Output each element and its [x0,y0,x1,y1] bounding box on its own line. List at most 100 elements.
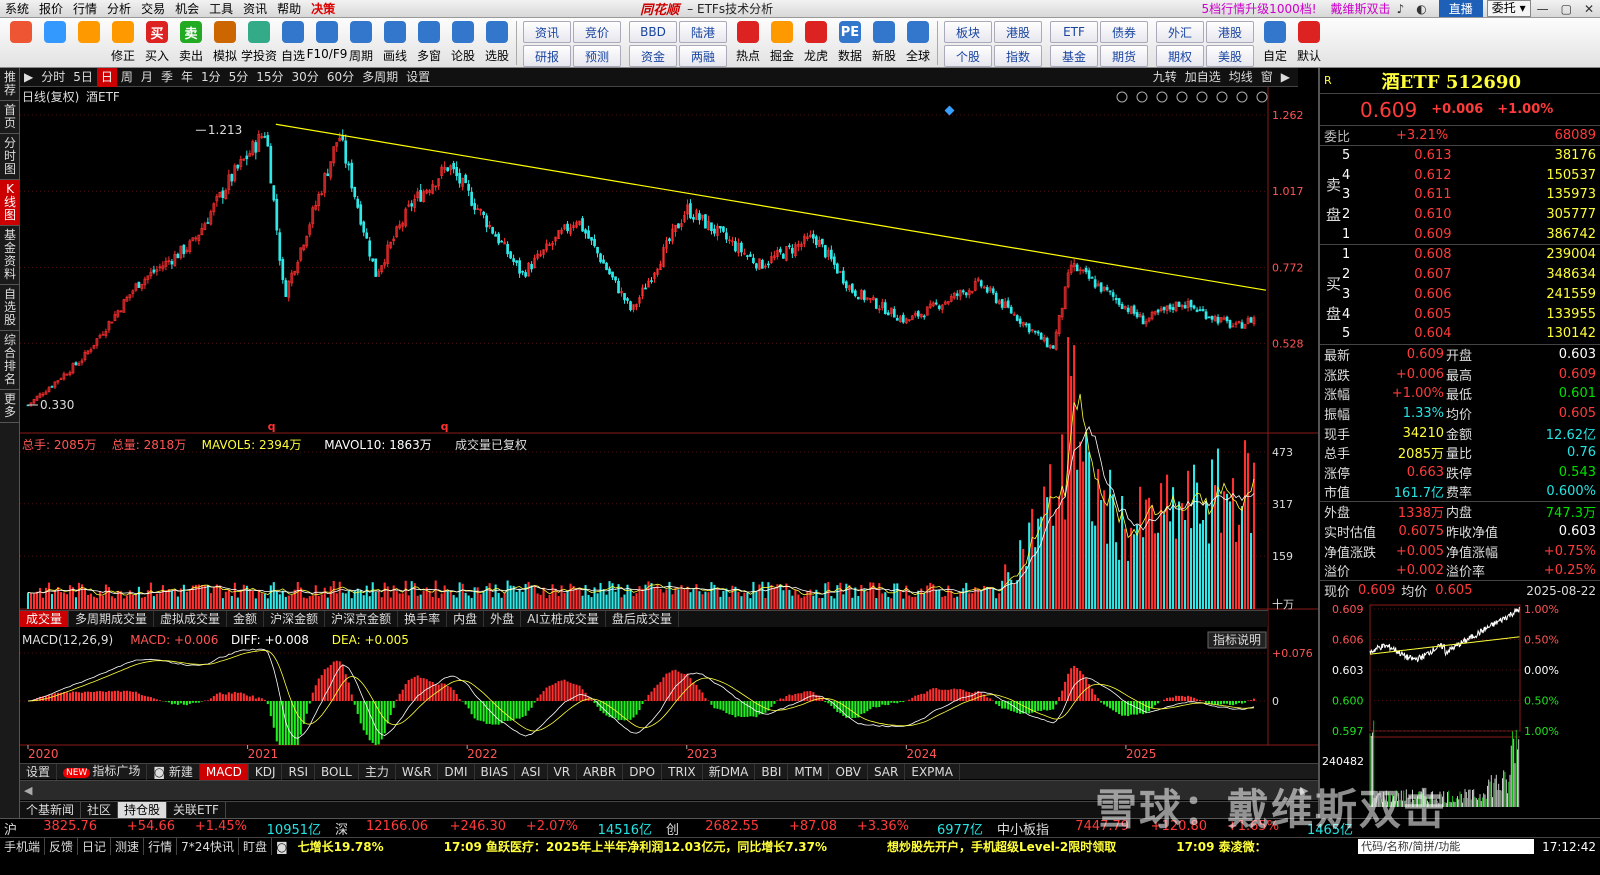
period-tab[interactable]: 15分 [252,68,287,87]
period-tab[interactable]: 周 [117,68,137,87]
period-right-button[interactable]: 窗 [1257,68,1277,87]
toolbar-button[interactable]: PE 数据 [833,18,867,68]
toolbar-grid-button[interactable]: 港股 [1206,21,1254,43]
volume-tab[interactable]: 盘后成交量 [606,611,679,627]
indicator-tab[interactable]: 设置 [20,763,58,780]
indicator-tab[interactable]: DMI [438,763,475,780]
toolbar-grid-button[interactable]: 外汇 [1156,21,1204,43]
author-link[interactable]: 戴维斯双击 [1331,0,1391,17]
toolbar-button[interactable]: 多窗 [412,18,446,68]
kline-chart-svg[interactable]: 日线(复权) 酒ETF 1.262 1.017 0.772 0.528 1.213 0.330… [20,87,1318,762]
status-item[interactable]: 盯盘 [239,838,272,855]
toolbar-grid-button[interactable]: BBD [629,21,677,43]
ticker-item[interactable]: 七增长19.78% [298,838,384,855]
menu-item[interactable]: 交易 [136,0,170,18]
volume-tab[interactable]: 沪深京金额 [325,611,399,627]
indicator-tab[interactable]: ASI [515,763,548,780]
period-right-button[interactable]: 均线 [1225,68,1257,87]
indicator-tab[interactable]: EXPMA [905,763,960,780]
period-tab[interactable]: 多周期 [358,68,402,87]
maximize-icon[interactable]: ▢ [1555,2,1578,16]
period-tab[interactable]: 5日 [69,68,97,87]
indicator-tab[interactable]: TRIX [662,763,703,780]
index-item[interactable]: 沪 3825.76 +54.66 +1.45% 10951亿 [0,819,321,838]
indicator-tab[interactable]: W&R [396,763,439,780]
period-tab[interactable]: 5分 [225,68,253,87]
left-nav-item[interactable]: 基金资料 [0,226,20,285]
toolbar-grid-button[interactable]: 陆港 [679,21,727,43]
toolbar-grid-button[interactable]: 美股 [1206,45,1254,67]
ticker-item[interactable]: 17:09 泰凌微： [1176,838,1266,855]
toolbar-grid-button[interactable]: 研报 [523,45,571,67]
toolbar-button[interactable]: 周期 [344,18,378,68]
index-item[interactable]: 创 2682.55 +87.08 +3.36% 6977亿 [662,819,983,838]
period-tab[interactable]: 30分 [288,68,323,87]
indicator-tab[interactable]: OBV [829,763,868,780]
toolbar-grid-button[interactable]: 两融 [679,45,727,67]
toolbar-grid-button[interactable]: 资金 [629,45,677,67]
toolbar-button[interactable]: 自选 [276,18,310,68]
toolbar-button[interactable] [72,18,106,68]
order-book-row[interactable]: 4 0.612 150537 [1320,165,1600,185]
index-item[interactable]: 深 12166.06 +246.30 +2.07% 14516亿 [331,819,652,838]
order-book-row[interactable]: 5 0.604 130142 [1320,324,1600,344]
left-nav-item[interactable]: 自选股 [0,285,20,331]
order-book-row[interactable]: 3 0.611 135973 [1320,185,1600,205]
toolbar-button[interactable]: 模拟 [208,18,242,68]
left-nav-item[interactable]: K线图 [0,180,20,226]
bottom-tab[interactable]: 个基新闻 [20,801,82,819]
indicator-tab[interactable]: ARBR [577,763,624,780]
order-book-row[interactable]: 1 0.609 386742 [1320,224,1600,244]
volume-tab[interactable]: AI立桩成交量 [521,611,606,627]
toolbar-button[interactable]: 全球 [901,18,935,68]
order-book-row[interactable]: 4 0.605 133955 [1320,304,1600,324]
indicator-tab[interactable]: BOLL [315,763,359,780]
toolbar-button[interactable]: 学投资 [241,18,277,68]
toolbar-button[interactable]: F10/F9 [307,18,347,68]
volume-tab[interactable]: 内盘 [447,611,485,627]
bottom-tab[interactable]: 持仓股 [118,801,168,819]
toolbar-button[interactable]: 买买入 [140,18,174,68]
search-input[interactable]: 代码/名称/简拼/功能 [1358,839,1535,854]
volume-tab[interactable]: 虚拟成交量 [154,611,228,627]
toolbar-button[interactable]: 画线 [378,18,412,68]
close-icon[interactable]: ✕ [1578,2,1600,16]
period-tab[interactable]: 60分 [323,68,358,87]
order-book-row[interactable]: 1 0.608 239004 [1320,245,1600,265]
toolbar-button[interactable]: 热点 [731,18,765,68]
menu-item[interactable]: 决策 [306,0,340,18]
period-tab[interactable]: 分时 [37,68,69,87]
toolbar-button[interactable]: 选股 [480,18,514,68]
period-right-button[interactable]: 加自选 [1181,68,1225,87]
indicator-tab[interactable]: MTM [788,763,830,780]
left-nav-item[interactable]: 首页 [0,101,20,134]
menu-item[interactable]: 报价 [34,0,68,18]
toolbar-grid-button[interactable]: 资讯 [523,21,571,43]
volume-tab[interactable]: 换手率 [398,611,448,627]
toolbar-button[interactable]: 卖卖出 [174,18,208,68]
menu-item[interactable]: 分析 [102,0,136,18]
volume-tab[interactable]: 金额 [227,611,265,627]
promo-link[interactable]: 5档行情升级1000档! [1202,0,1317,17]
menu-item[interactable]: 系统 [0,0,34,18]
menu-item[interactable]: 资讯 [238,0,272,18]
toolbar-button[interactable]: 掘金 [765,18,799,68]
left-nav-item[interactable]: 更多 [0,390,20,423]
skin-icon[interactable]: ◐ [1410,2,1432,16]
status-item[interactable]: 行情 [144,838,178,855]
menu-item[interactable]: 帮助 [272,0,306,18]
indicator-tab[interactable]: 主力 [359,763,396,780]
order-book-row[interactable]: 3 0.606 241559 [1320,285,1600,305]
indicator-tab[interactable]: BIAS [475,763,516,780]
bottom-tab[interactable]: 社区 [81,801,119,819]
order-book-row[interactable]: 2 0.610 305777 [1320,205,1600,225]
toolbar-grid-button[interactable]: 基金 [1050,45,1098,67]
toolbar-grid-button[interactable]: ETF [1050,21,1098,43]
ticker-item[interactable]: 想炒股先开户，手机超级Level-2限时领取 [887,838,1116,855]
status-item[interactable]: 反馈 [45,838,79,855]
indicator-tab[interactable]: VR [548,763,578,780]
period-tab[interactable]: 设置 [402,68,434,87]
toolbar-button[interactable]: 默认 [1292,18,1326,68]
left-nav-item[interactable]: 综合排名 [0,331,20,390]
toolbar-grid-button[interactable]: 港股 [994,21,1042,43]
